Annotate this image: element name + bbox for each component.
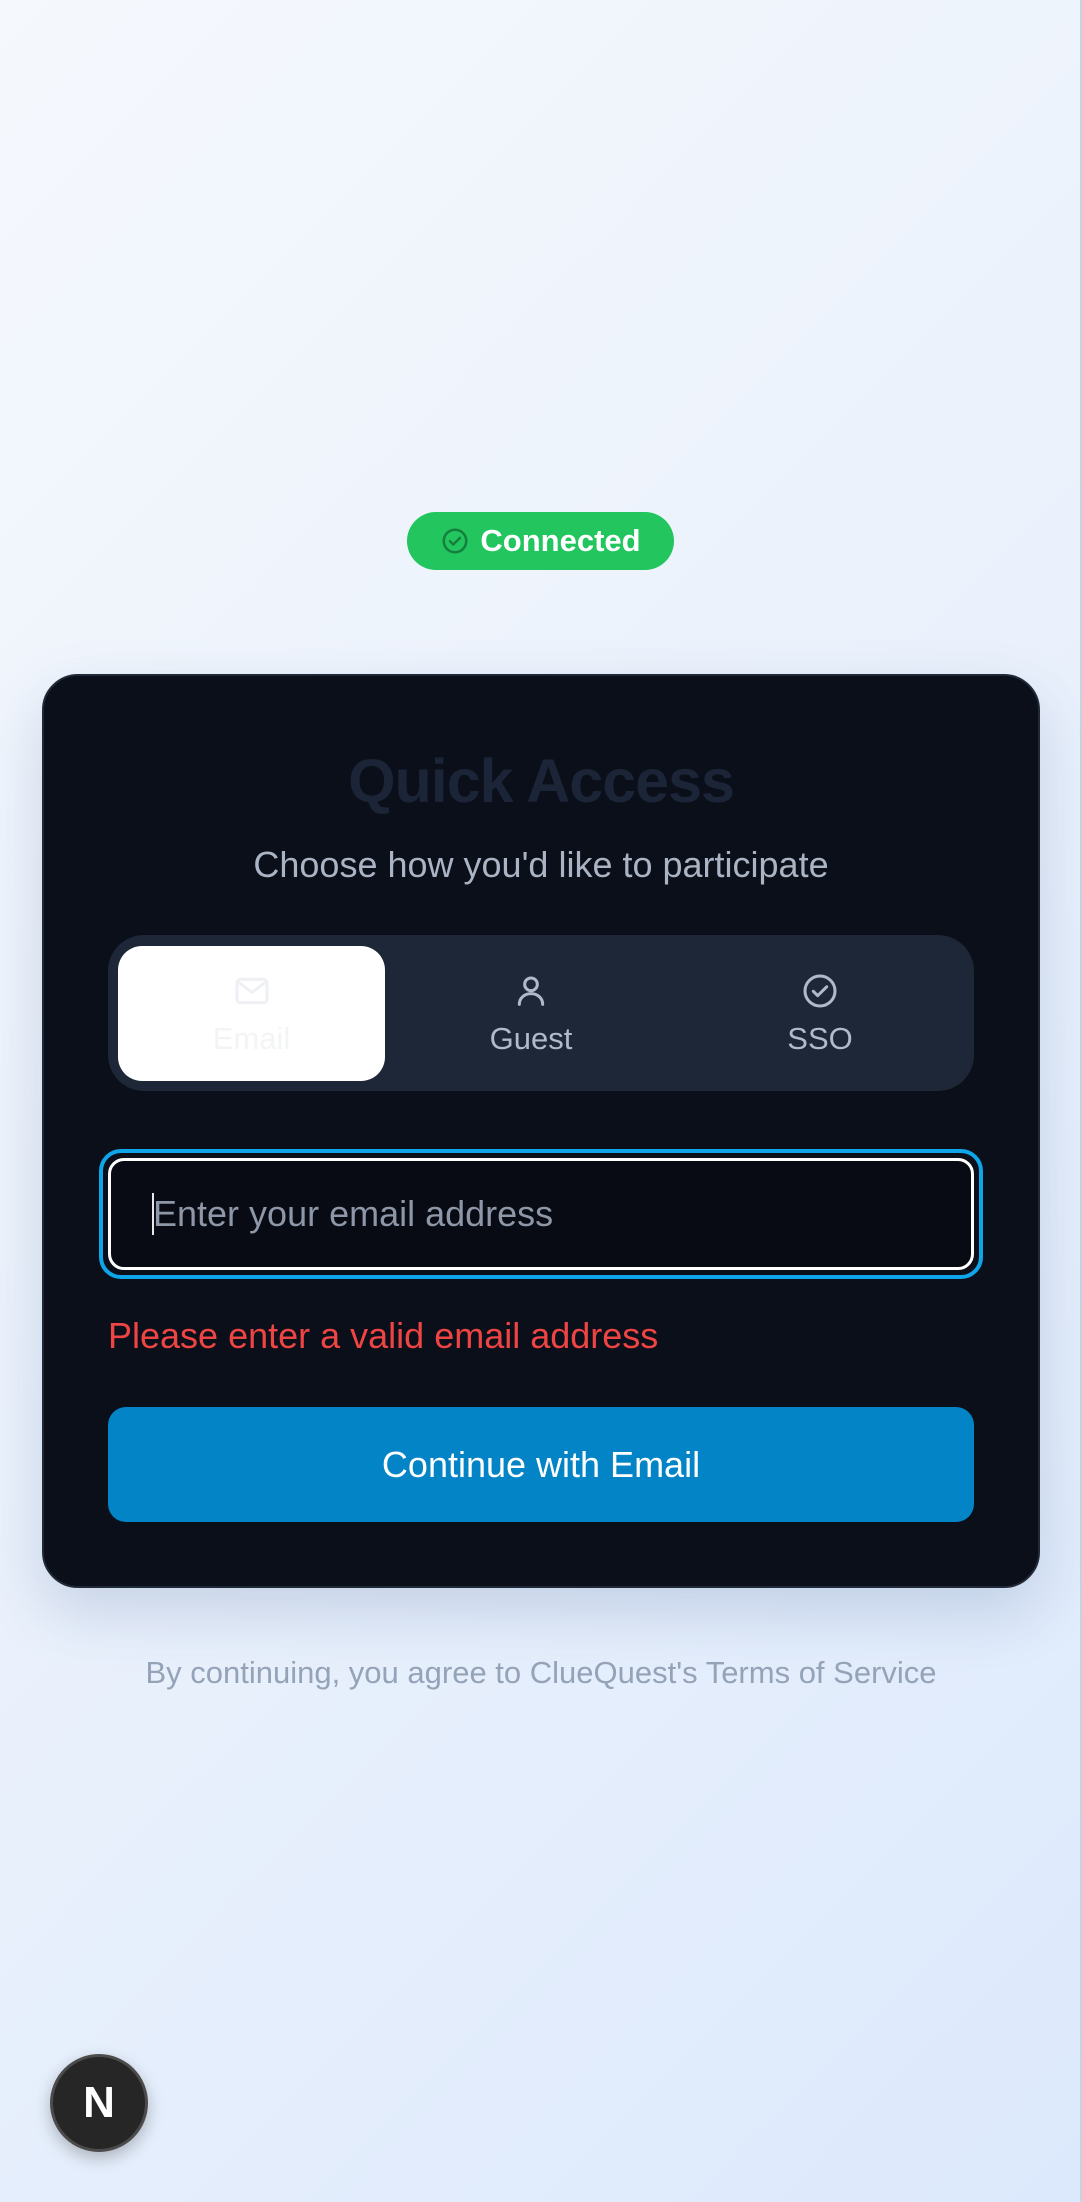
tab-sso-label: SSO (787, 1020, 853, 1056)
tab-guest[interactable]: Guest (397, 946, 665, 1081)
text-cursor (152, 1193, 154, 1235)
connection-status-badge: Connected (407, 512, 674, 570)
user-icon (511, 971, 551, 1011)
tab-email-label: Email (212, 1020, 291, 1056)
tab-guest-label: Guest (489, 1020, 573, 1056)
access-method-tabs: Email Guest SSO (108, 935, 974, 1091)
terms-notice: By continuing, you agree to ClueQuest's … (145, 1655, 937, 1690)
continue-with-email-button[interactable]: Continue with Email (108, 1407, 974, 1522)
connection-status-label: Connected (480, 523, 641, 558)
check-circle-icon (440, 526, 470, 556)
email-field-focus-ring (99, 1149, 983, 1279)
email-field[interactable] (108, 1158, 974, 1270)
card-title: Quick Access (348, 747, 735, 815)
email-error-message: Please enter a valid email address (108, 1315, 659, 1356)
tab-sso[interactable]: SSO (686, 946, 954, 1081)
mail-icon (232, 971, 272, 1011)
dev-tools-label: N (83, 2078, 115, 2127)
tab-email[interactable]: Email (118, 946, 385, 1081)
card-subtitle: Choose how you'd like to participate (253, 844, 829, 885)
dev-tools-button[interactable]: N (50, 2054, 148, 2152)
check-circle-icon (800, 971, 840, 1011)
